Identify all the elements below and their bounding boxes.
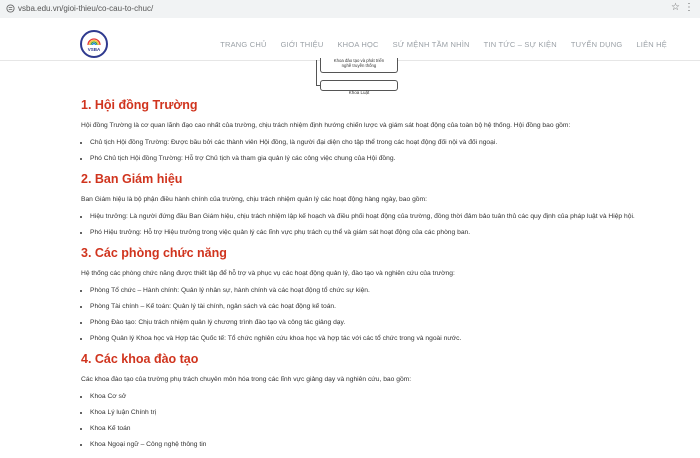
main-nav: TRANG CHỦ GIỚI THIỆU KHOA HỌC SỨ MỆNH TẦ… (220, 40, 667, 49)
vsba-logo[interactable]: VSBA (80, 30, 108, 58)
list-item: Khoa Lý luận Chính trị (90, 408, 641, 417)
nav-su-menh-tam-nhin[interactable]: SỨ MỆNH TẦM NHÌN (393, 40, 470, 49)
site-info-icon[interactable] (6, 4, 15, 13)
nav-gioi-thieu[interactable]: GIỚI THIỆU (281, 40, 324, 49)
more-vertical-icon[interactable]: ⋮ (684, 2, 694, 14)
list-item: Phòng Tài chính – Kế toán: Quản lý tài c… (90, 302, 641, 311)
list-item: Phó Chủ tịch Hội đồng Trường: Hỗ trợ Chủ… (90, 154, 641, 163)
org-chart-box-khoa-luat: Khoa Luật (320, 80, 398, 95)
section-title-khoa-dao-tao: 4. Các khoa đào tạo (81, 352, 199, 366)
section-intro: Các khoa đào tạo của trường phụ trách ch… (81, 376, 412, 383)
list-item: Phòng Đào tạo: Chịu trách nhiệm quản lý … (90, 318, 641, 327)
list-item: Khoa Kế toán (90, 424, 641, 433)
section-title-ban-giam-hieu: 2. Ban Giám hiệu (81, 172, 183, 186)
nav-tuyen-dung[interactable]: TUYỂN DỤNG (571, 40, 623, 49)
nav-trang-chu[interactable]: TRANG CHỦ (220, 40, 266, 49)
section-intro: Ban Giám hiệu là bộ phận điều hành chính… (81, 196, 427, 203)
org-chart-box-line2: nghề truyền thống (341, 63, 377, 68)
section-title-phong-chuc-nang: 3. Các phòng chức năng (81, 246, 227, 260)
nav-tin-tuc-su-kien[interactable]: TIN TỨC – SỰ KIỆN (484, 40, 557, 49)
article-content: 1. Hội đồng Trường Hội đồng Trường là cơ… (81, 98, 641, 458)
list-item: Khoa Ngoại ngữ – Công nghệ thông tin (90, 440, 641, 449)
nav-lien-he[interactable]: LIÊN HỆ (636, 40, 667, 49)
section-title-hoi-dong: 1. Hội đồng Trường (81, 98, 198, 112)
list-item: Phó Hiệu trưởng: Hỗ trợ Hiệu trưởng tron… (90, 228, 641, 237)
list-item: Chủ tịch Hội đồng Trường: Được bầu bởi c… (90, 138, 641, 147)
url-text[interactable]: vsba.edu.vn/gioi-thieu/co-cau-to-chuc/ (18, 3, 153, 14)
nav-khoa-hoc[interactable]: KHOA HỌC (337, 40, 378, 49)
org-chart-box-label: Khoa Luật (348, 90, 370, 95)
logo-emblem-icon (87, 38, 101, 46)
section-intro: Hệ thống các phòng chức năng được thiết … (81, 270, 455, 277)
star-icon[interactable]: ☆ (671, 2, 680, 14)
browser-address-bar: vsba.edu.vn/gioi-thieu/co-cau-to-chuc/ ☆… (0, 0, 700, 19)
site-header: VSBA TRANG CHỦ GIỚI THIỆU KHOA HỌC SỨ MỆ… (0, 18, 700, 61)
section-list: Chủ tịch Hội đồng Trường: Được bầu bởi c… (81, 138, 641, 163)
list-item: Khoa Cơ sở (90, 392, 641, 401)
org-chart-box-nghe-truyen-thong: Khoa đào tạo và phát triển nghề truyền t… (320, 58, 398, 73)
section-intro: Hội đồng Trường là cơ quan lãnh đạo cao … (81, 122, 571, 129)
org-chart-fragment: Khoa đào tạo và phát triển nghề truyền t… (0, 58, 700, 95)
list-item: Hiệu trưởng: Là người đứng đầu Ban Giám … (90, 212, 641, 221)
logo-text: VSBA (87, 47, 101, 52)
list-item: Phòng Quản lý Khoa học và Hợp tác Quốc t… (90, 334, 641, 343)
list-item: Phòng Tổ chức – Hành chính: Quản lý nhân… (90, 286, 641, 295)
section-list: Phòng Tổ chức – Hành chính: Quản lý nhân… (81, 286, 641, 343)
section-list: Khoa Cơ sở Khoa Lý luận Chính trị Khoa K… (81, 392, 641, 449)
section-list: Hiệu trưởng: Là người đứng đầu Ban Giám … (81, 212, 641, 237)
